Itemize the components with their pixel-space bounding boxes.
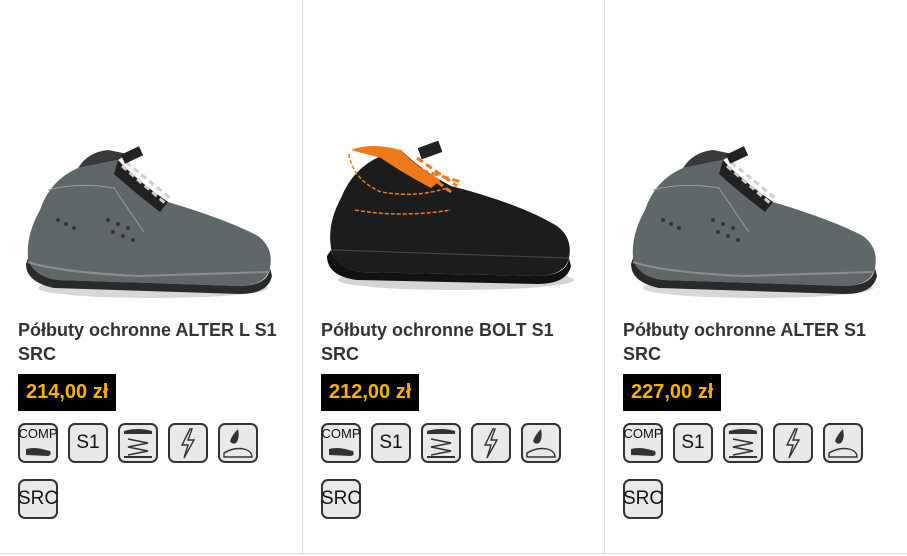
src-badge-label: SRC: [17, 488, 59, 509]
product-card[interactable]: Półbuty ochronne ALTER L S1 SRC 214,00 z…: [0, 0, 302, 553]
product-image[interactable]: [18, 140, 282, 310]
product-image[interactable]: [321, 140, 585, 310]
water-resistant-icon: [218, 423, 258, 463]
product-card[interactable]: Półbuty ochronne ALTER S1 SRC 227,00 zł …: [604, 0, 907, 553]
src-badge: SRC: [321, 479, 361, 519]
product-price: 227,00 zł: [623, 374, 722, 411]
product-grid: Półbuty ochronne ALTER L S1 SRC 214,00 z…: [0, 0, 907, 556]
product-title[interactable]: Półbuty ochronne ALTER S1 SRC: [623, 318, 891, 366]
shock-absorption-icon: [118, 423, 158, 463]
grid-divider: [0, 553, 907, 554]
product-title[interactable]: Półbuty ochronne BOLT S1 SRC: [321, 318, 589, 366]
comp-toecap-icon: COMP: [18, 423, 58, 463]
comp-toecap-icon: COMP: [623, 423, 663, 463]
s1-badge: S1: [673, 423, 713, 463]
product-image[interactable]: [623, 140, 887, 310]
antistatic-icon: [471, 423, 511, 463]
water-resistant-icon: [823, 423, 863, 463]
water-resistant-icon: [521, 423, 561, 463]
antistatic-icon: [168, 423, 208, 463]
product-card[interactable]: Półbuty ochronne BOLT S1 SRC 212,00 zł C…: [302, 0, 604, 553]
s1-badge-label: S1: [379, 432, 403, 453]
s1-badge-label: S1: [681, 432, 705, 453]
src-badge-label: SRC: [320, 488, 362, 509]
comp-toecap-icon: COMP: [321, 423, 361, 463]
src-badge-label: SRC: [622, 488, 664, 509]
s1-badge-label: S1: [76, 432, 100, 453]
product-title[interactable]: Półbuty ochronne ALTER L S1 SRC: [18, 318, 286, 366]
src-badge: SRC: [623, 479, 663, 519]
product-price: 214,00 zł: [18, 374, 117, 411]
shock-absorption-icon: [421, 423, 461, 463]
product-price: 212,00 zł: [321, 374, 420, 411]
s1-badge: S1: [68, 423, 108, 463]
shock-absorption-icon: [723, 423, 763, 463]
s1-badge: S1: [371, 423, 411, 463]
antistatic-icon: [773, 423, 813, 463]
src-badge: SRC: [18, 479, 58, 519]
